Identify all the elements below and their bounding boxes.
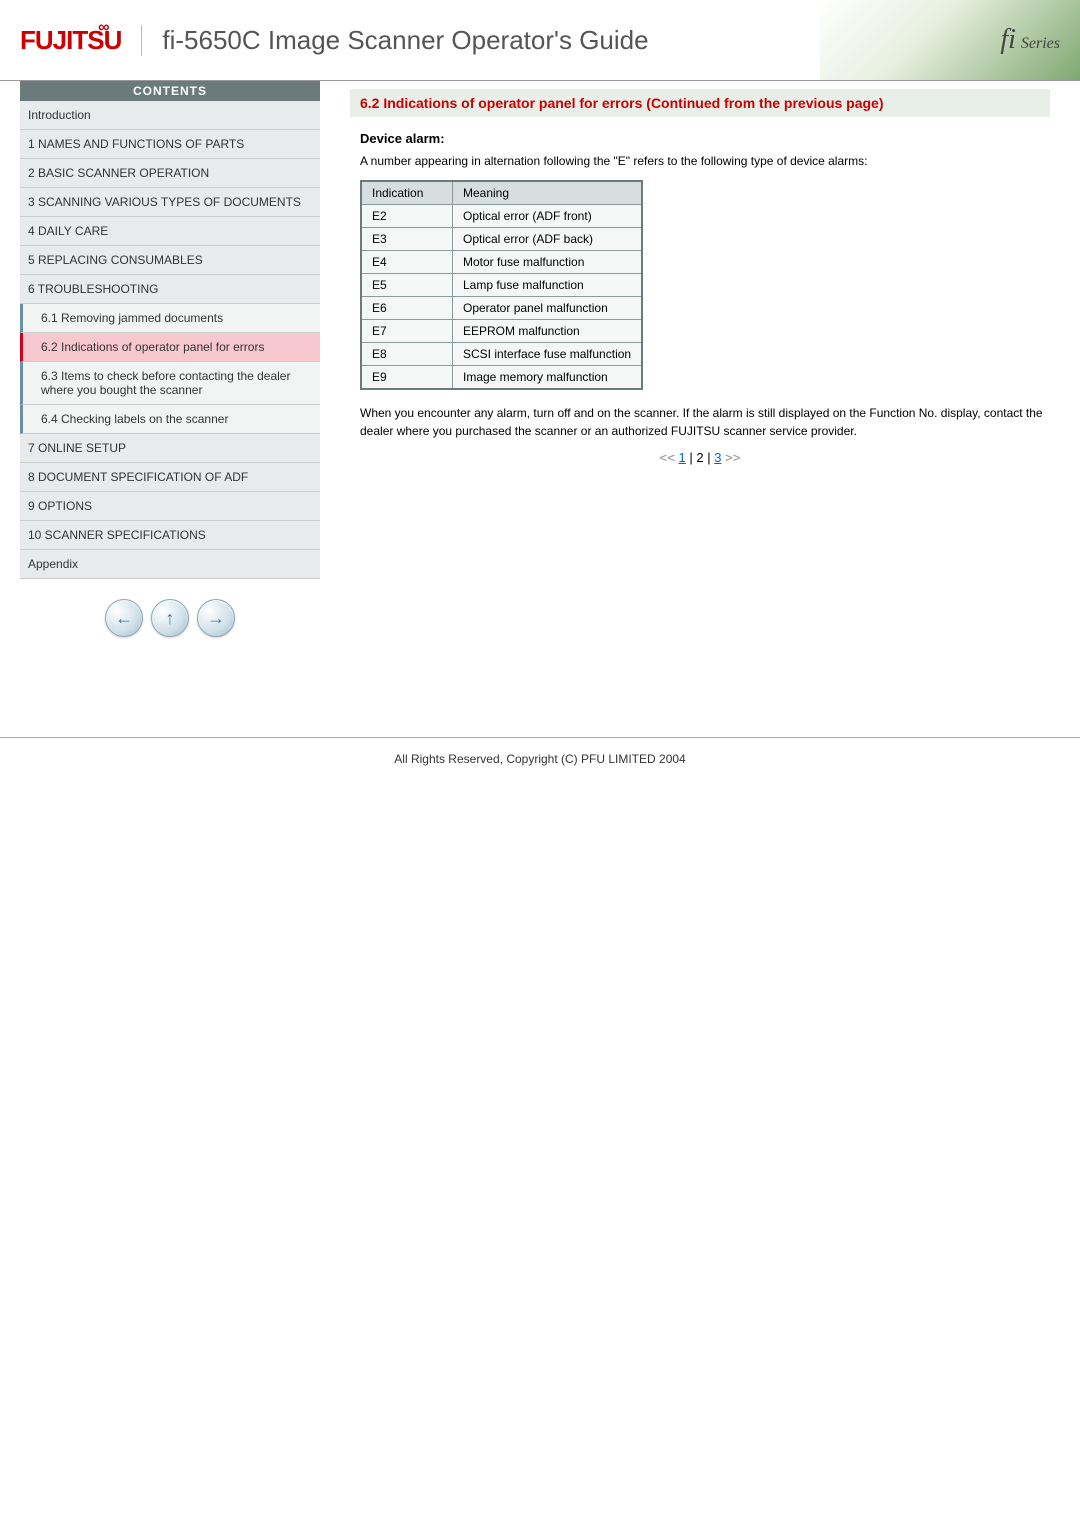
table-row: E7EEPROM malfunction (361, 320, 642, 343)
body: CONTENTS Introduction 1 NAMES AND FUNCTI… (0, 81, 1080, 677)
table-row: E8SCSI interface fuse malfunction (361, 343, 642, 366)
table-row: E4Motor fuse malfunction (361, 251, 642, 274)
copyright-text: All Rights Reserved, Copyright (C) PFU L… (394, 752, 685, 766)
nav-buttons: ← ↑ → (20, 579, 320, 657)
pager-page-1[interactable]: 1 (679, 450, 686, 465)
table-row: E3Optical error (ADF back) (361, 228, 642, 251)
arrow-up-icon: ↑ (166, 608, 175, 629)
nav-back-button[interactable]: ← (105, 599, 143, 637)
sidebar: CONTENTS Introduction 1 NAMES AND FUNCTI… (0, 81, 320, 677)
toc-ch5[interactable]: 5 REPLACING CONSUMABLES (20, 246, 320, 275)
toc-ch3[interactable]: 3 SCANNING VARIOUS TYPES OF DOCUMENTS (20, 188, 320, 217)
nav-forward-button[interactable]: → (197, 599, 235, 637)
toc-ch6[interactable]: 6 TROUBLESHOOTING (20, 275, 320, 304)
pager-prev[interactable]: << (659, 451, 675, 466)
header: FUJI∞TSU fi-5650C Image Scanner Operator… (0, 0, 1080, 81)
toc-6-3[interactable]: 6.3 Items to check before contacting the… (20, 362, 320, 405)
footer: All Rights Reserved, Copyright (C) PFU L… (0, 737, 1080, 806)
series-label: fi fi SeriesSeries (1000, 24, 1060, 56)
nav-up-button[interactable]: ↑ (151, 599, 189, 637)
arrow-left-icon: ← (115, 608, 133, 629)
th-indication: Indication (361, 181, 453, 205)
toc-ch1[interactable]: 1 NAMES AND FUNCTIONS OF PARTS (20, 130, 320, 159)
toc-introduction[interactable]: Introduction (20, 101, 320, 130)
table-row: E9Image memory malfunction (361, 366, 642, 390)
th-meaning: Meaning (453, 181, 643, 205)
device-alarm-intro: A number appearing in alternation follow… (360, 152, 1050, 170)
device-alarm-heading: Device alarm: (360, 131, 1050, 146)
table-row: E6Operator panel malfunction (361, 297, 642, 320)
toc-ch2[interactable]: 2 BASIC SCANNER OPERATION (20, 159, 320, 188)
toc-ch10[interactable]: 10 SCANNER SPECIFICATIONS (20, 521, 320, 550)
table-row: E5Lamp fuse malfunction (361, 274, 642, 297)
header-decor: fi fi SeriesSeries (820, 0, 1080, 80)
main-content: 6.2 Indications of operator panel for er… (320, 81, 1080, 506)
toc-ch7[interactable]: 7 ONLINE SETUP (20, 434, 320, 463)
pager-page-2: 2 (696, 450, 703, 465)
pager-page-3[interactable]: 3 (714, 450, 721, 465)
table-row: E2Optical error (ADF front) (361, 205, 642, 228)
toc-ch4[interactable]: 4 DAILY CARE (20, 217, 320, 246)
pager: << 1 | 2 | 3 >> (350, 450, 1050, 466)
contents-header: CONTENTS (20, 81, 320, 101)
table-header-row: Indication Meaning (361, 181, 642, 205)
section-title: 6.2 Indications of operator panel for er… (350, 89, 1050, 117)
toc-6-1[interactable]: 6.1 Removing jammed documents (20, 304, 320, 333)
arrow-right-icon: → (207, 608, 225, 629)
pager-next[interactable]: >> (725, 451, 741, 466)
alarm-table: Indication Meaning E2Optical error (ADF … (360, 180, 643, 390)
page-title: fi-5650C Image Scanner Operator's Guide (162, 25, 648, 56)
fujitsu-logo: FUJI∞TSU (20, 25, 142, 56)
page: FUJI∞TSU fi-5650C Image Scanner Operator… (0, 0, 1080, 806)
toc-6-4[interactable]: 6.4 Checking labels on the scanner (20, 405, 320, 434)
toc-6-2[interactable]: 6.2 Indications of operator panel for er… (20, 333, 320, 362)
toc-appendix[interactable]: Appendix (20, 550, 320, 579)
toc-ch9[interactable]: 9 OPTIONS (20, 492, 320, 521)
alarm-note: When you encounter any alarm, turn off a… (360, 404, 1050, 440)
toc-ch8[interactable]: 8 DOCUMENT SPECIFICATION OF ADF (20, 463, 320, 492)
